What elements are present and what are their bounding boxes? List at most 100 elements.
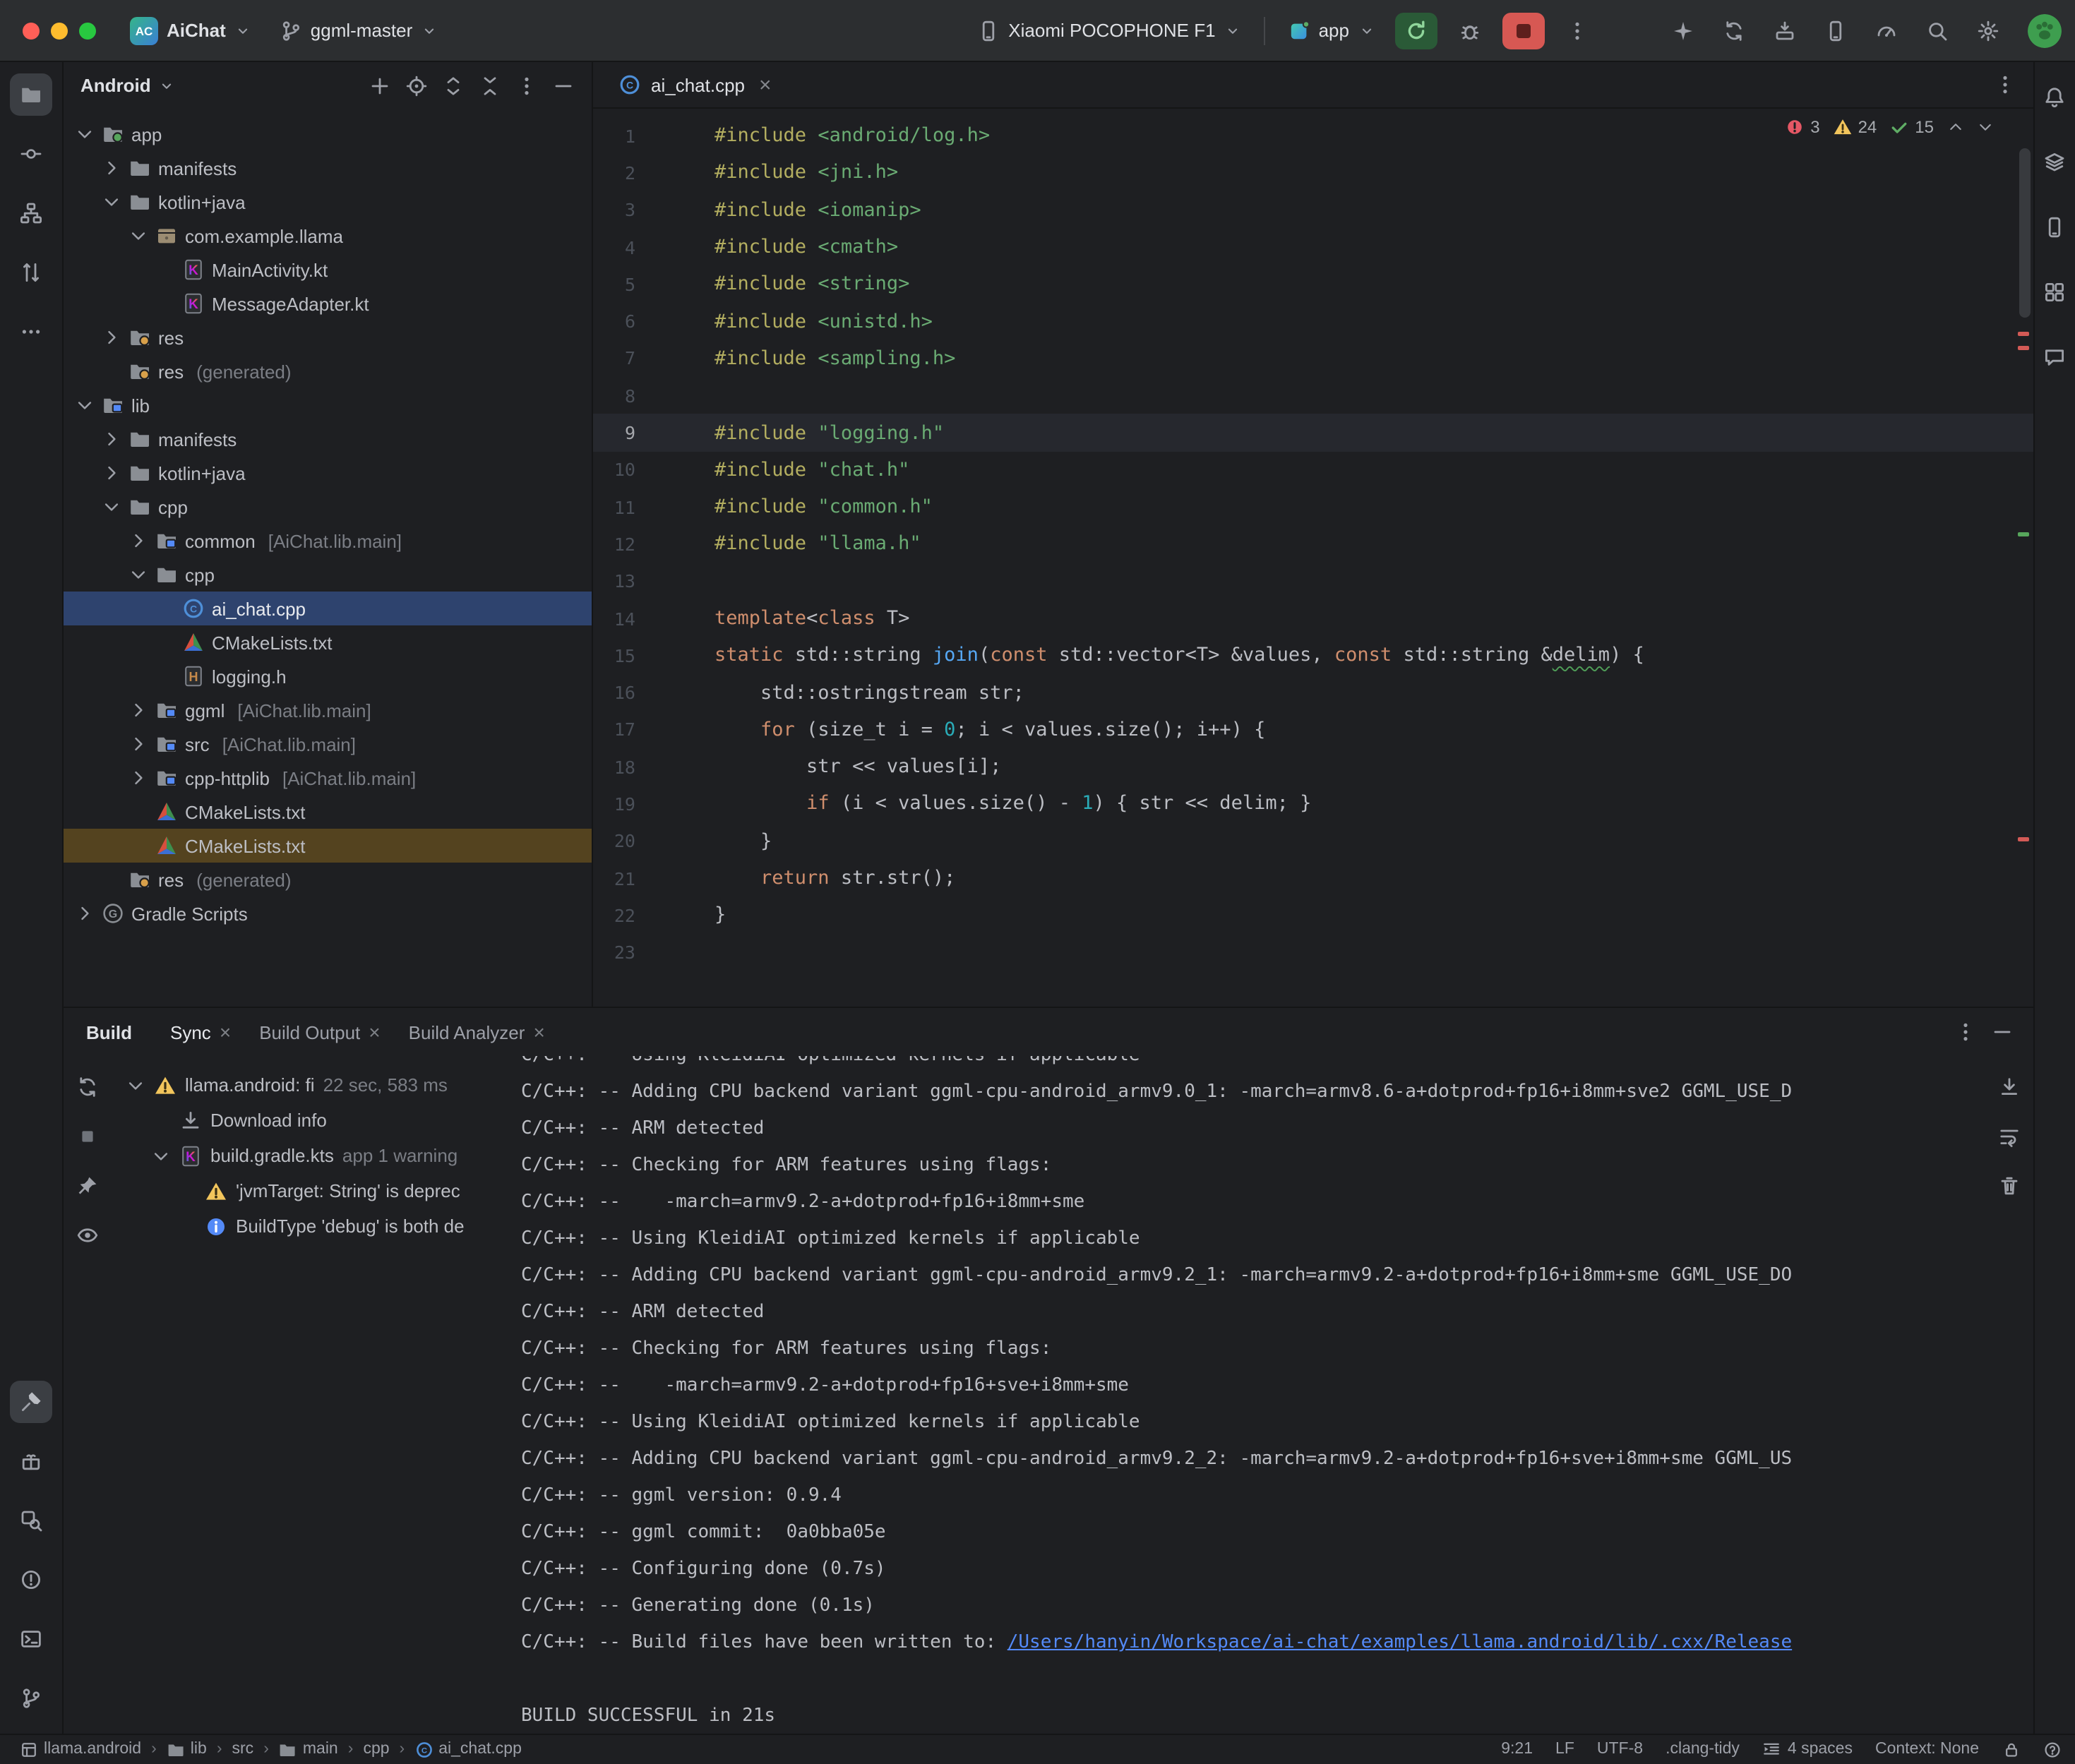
close-icon[interactable]: × [369,1022,380,1042]
tool-window-version-control[interactable] [10,1676,52,1719]
hide-build-button[interactable] [1985,1015,2019,1049]
code-line-18[interactable]: 18 str << values[i]; [593,748,2033,786]
breadcrumb-item-cpp[interactable]: cpp [363,1741,389,1758]
avatar[interactable] [2027,13,2061,47]
sync-project-button[interactable] [1714,11,1753,50]
code-line-22[interactable]: 22} [593,896,2033,934]
sdk-manager-button[interactable] [1764,11,1804,50]
error-stripe[interactable] [2013,109,2033,1007]
code-editor[interactable]: 1#include <android/log.h>2#include <jni.… [593,109,2033,1007]
tool-window-commit[interactable] [10,133,52,175]
tree-item-ggml[interactable]: ggml[AiChat.lib.main] [64,693,592,727]
run-config-selector[interactable]: app [1276,12,1386,49]
tree-item-kotlin-java[interactable]: kotlin+java [64,185,592,219]
breadcrumb-item-lib[interactable]: lib [167,1740,207,1758]
collapse-all-button[interactable] [473,68,507,102]
hide-project-button[interactable] [546,68,580,102]
tool-window-notifications[interactable] [2033,76,2075,119]
tree-item-lib[interactable]: lib [64,388,592,422]
tool-window-resource-manager[interactable] [2033,271,2075,313]
sync-item-jvmtarget-string-is-deprec[interactable]: 'jvmTarget: String' is deprec [112,1173,507,1208]
tool-window-app-quality-insights[interactable] [2033,336,2075,378]
device-selector[interactable]: Xiaomi POCOPHONE F1 [966,12,1252,49]
code-line-8[interactable]: 8 [593,377,2033,414]
tree-item-gradle-scripts[interactable]: GGradle Scripts [64,896,592,930]
select-opened-file-button[interactable] [400,68,433,102]
tree-item-src[interactable]: src[AiChat.lib.main] [64,727,592,761]
help-button[interactable] [2043,1740,2061,1758]
tree-item-common[interactable]: common[AiChat.lib.main] [64,524,592,558]
build-tab-build-analyzer[interactable]: Build Analyzer× [396,1014,558,1050]
close-icon[interactable]: × [220,1022,231,1042]
code-line-20[interactable]: 20 } [593,822,2033,860]
tree-item-cpp[interactable]: cpp [64,490,592,524]
line-separator[interactable]: LF [1555,1741,1574,1758]
tree-item-kotlin-java[interactable]: kotlin+java [64,456,592,490]
lock-button[interactable] [2002,1740,2020,1758]
tree-item-app[interactable]: app [64,117,592,151]
code-line-15[interactable]: 15static std::string join(const std::vec… [593,637,2033,674]
file-encoding[interactable]: UTF-8 [1597,1741,1643,1758]
editor-tab-ai-chat-cpp[interactable]: C ai_chat.cpp × [607,62,783,107]
sync-item-build-gradle-kts[interactable]: Kbuild.gradle.ktsapp 1 warning [112,1138,507,1173]
passed-count[interactable]: 15 [1889,117,1934,137]
tool-window-more-tool-windows[interactable] [10,311,52,353]
tree-item-manifests[interactable]: manifests [64,151,592,185]
previous-issue-icon[interactable] [1947,119,1963,136]
context-selector[interactable]: Context: None [1875,1741,1979,1758]
code-line-12[interactable]: 12#include "llama.h" [593,526,2033,563]
run-options-button[interactable] [1555,12,1598,49]
code-line-9[interactable]: 9#include "logging.h" [593,414,2033,452]
tree-item-ai-chat-cpp[interactable]: Cai_chat.cpp [64,592,592,625]
sync-item-buildtype-debug-is-both-de[interactable]: BuildType 'debug' is both de [112,1208,507,1244]
tree-item-res[interactable]: res(generated) [64,354,592,388]
stop-button[interactable] [1502,12,1544,49]
close-tab-icon[interactable]: × [759,74,772,95]
zoom-window-button[interactable] [79,22,96,39]
code-style[interactable]: .clang-tidy [1666,1741,1740,1758]
close-icon[interactable]: × [533,1022,544,1042]
tool-window-terminal[interactable] [10,1617,52,1660]
profiler-button[interactable] [1866,11,1906,50]
code-line-14[interactable]: 14template<class T> [593,600,2033,637]
run-button[interactable] [1394,12,1437,49]
code-line-3[interactable]: 3#include <iomanip> [593,191,2033,229]
tool-window-build[interactable] [10,1380,52,1422]
breadcrumb-item-llama-android[interactable]: llama.android [20,1740,141,1758]
device-manager-button[interactable] [1815,11,1855,50]
sync-item-download-info[interactable]: Download info [112,1103,507,1138]
next-issue-icon[interactable] [1976,119,1993,136]
code-line-13[interactable]: 13 [593,563,2033,600]
tool-window-problems[interactable] [10,1558,52,1600]
rerun-sync-button[interactable] [71,1070,104,1104]
tree-item-logging-h[interactable]: Hlogging.h [64,659,592,693]
code-line-17[interactable]: 17 for (size_t i = 0; i < values.size();… [593,712,2033,749]
code-line-10[interactable]: 10#include "chat.h" [593,451,2033,488]
code-line-2[interactable]: 2#include <jni.h> [593,155,2033,192]
code-line-4[interactable]: 4#include <cmath> [593,229,2033,266]
inspections-widget[interactable]: 3 24 15 [1785,117,1993,137]
tree-item-cmakelists-txt[interactable]: CMakeLists.txt [64,625,592,659]
project-view-selector[interactable]: Android [80,75,175,96]
code-line-5[interactable]: 5#include <string> [593,265,2033,303]
build-panel-title[interactable]: Build [86,1021,132,1043]
code-line-7[interactable]: 7#include <sampling.h> [593,340,2033,378]
soft-wrap-button[interactable] [1992,1120,2026,1153]
build-options-button[interactable] [1948,1015,1982,1049]
debug-button[interactable] [1448,12,1490,49]
tree-item-res[interactable]: res(generated) [64,863,592,896]
breadcrumb-item-main[interactable]: main [279,1740,338,1758]
code-line-21[interactable]: 21 return str.str(); [593,860,2033,897]
tree-item-manifests[interactable]: manifests [64,422,592,456]
build-tab-sync[interactable]: Sync× [157,1014,244,1050]
caret-position[interactable]: 9:21 [1501,1741,1533,1758]
tool-window-structure[interactable] [10,192,52,234]
branch-selector[interactable]: ggml-master [268,12,450,49]
project-selector[interactable]: AC AiChat [119,9,263,52]
code-line-23[interactable]: 23 [593,934,2033,971]
code-line-11[interactable]: 11#include "common.h" [593,488,2033,526]
sync-item-llama-android-fi[interactable]: llama.android: fi22 sec, 583 ms [112,1067,507,1103]
clear-all-button[interactable] [1992,1169,2026,1203]
log-link[interactable]: /Users/hanyin/Workspace/ai-chat/examples… [1007,1632,1792,1653]
tool-window-gradle[interactable] [2033,141,2075,184]
